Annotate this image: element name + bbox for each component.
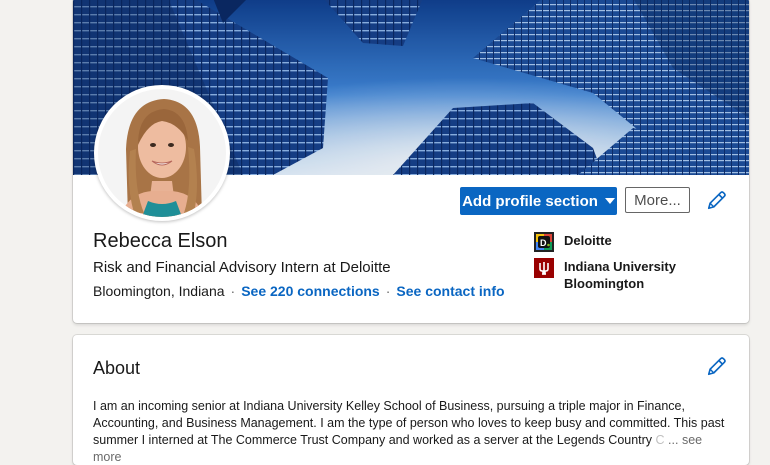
add-profile-section-label: Add profile section xyxy=(462,192,598,210)
profile-headline: Risk and Financial Advisory Intern at De… xyxy=(93,259,391,276)
education-indiana-university[interactable]: Indiana University Bloomington xyxy=(534,258,694,292)
experience-deloitte[interactable]: D Deloitte xyxy=(534,232,694,252)
separator-dot: · xyxy=(385,283,391,299)
about-summary-text: I am an incoming senior at Indiana Unive… xyxy=(93,399,725,447)
profile-photo-image xyxy=(98,89,226,217)
see-contact-info-link[interactable]: See contact info xyxy=(396,283,504,299)
about-summary-faded: C xyxy=(655,433,665,447)
edit-pencil-icon[interactable] xyxy=(706,355,728,377)
add-profile-section-button[interactable]: Add profile section xyxy=(460,187,617,215)
about-card: About I am an incoming senior at Indiana… xyxy=(73,335,749,465)
iu-trident-logo-icon xyxy=(534,258,554,278)
separator-dot: · xyxy=(230,283,236,299)
profile-name: Rebecca Elson xyxy=(93,230,228,252)
more-button[interactable]: More... xyxy=(625,187,690,213)
about-summary: I am an incoming senior at Indiana Unive… xyxy=(93,398,729,465)
about-title: About xyxy=(93,358,141,378)
edit-pencil-icon[interactable] xyxy=(706,189,728,211)
profile-location-line: Bloomington, Indiana · See 220 connections… xyxy=(93,283,505,299)
svg-text:D: D xyxy=(540,238,547,248)
see-connections-link[interactable]: See 220 connections xyxy=(241,283,380,299)
profile-card: Add profile section More... Rebecca Elso… xyxy=(73,0,749,323)
deloitte-logo-icon: D xyxy=(534,232,554,252)
caret-down-icon xyxy=(604,198,615,204)
education-school-name: Indiana University Bloomington xyxy=(564,259,676,291)
experience-company-name: Deloitte xyxy=(564,233,612,248)
profile-location: Bloomington, Indiana xyxy=(93,283,225,299)
profile-photo[interactable] xyxy=(94,85,230,221)
